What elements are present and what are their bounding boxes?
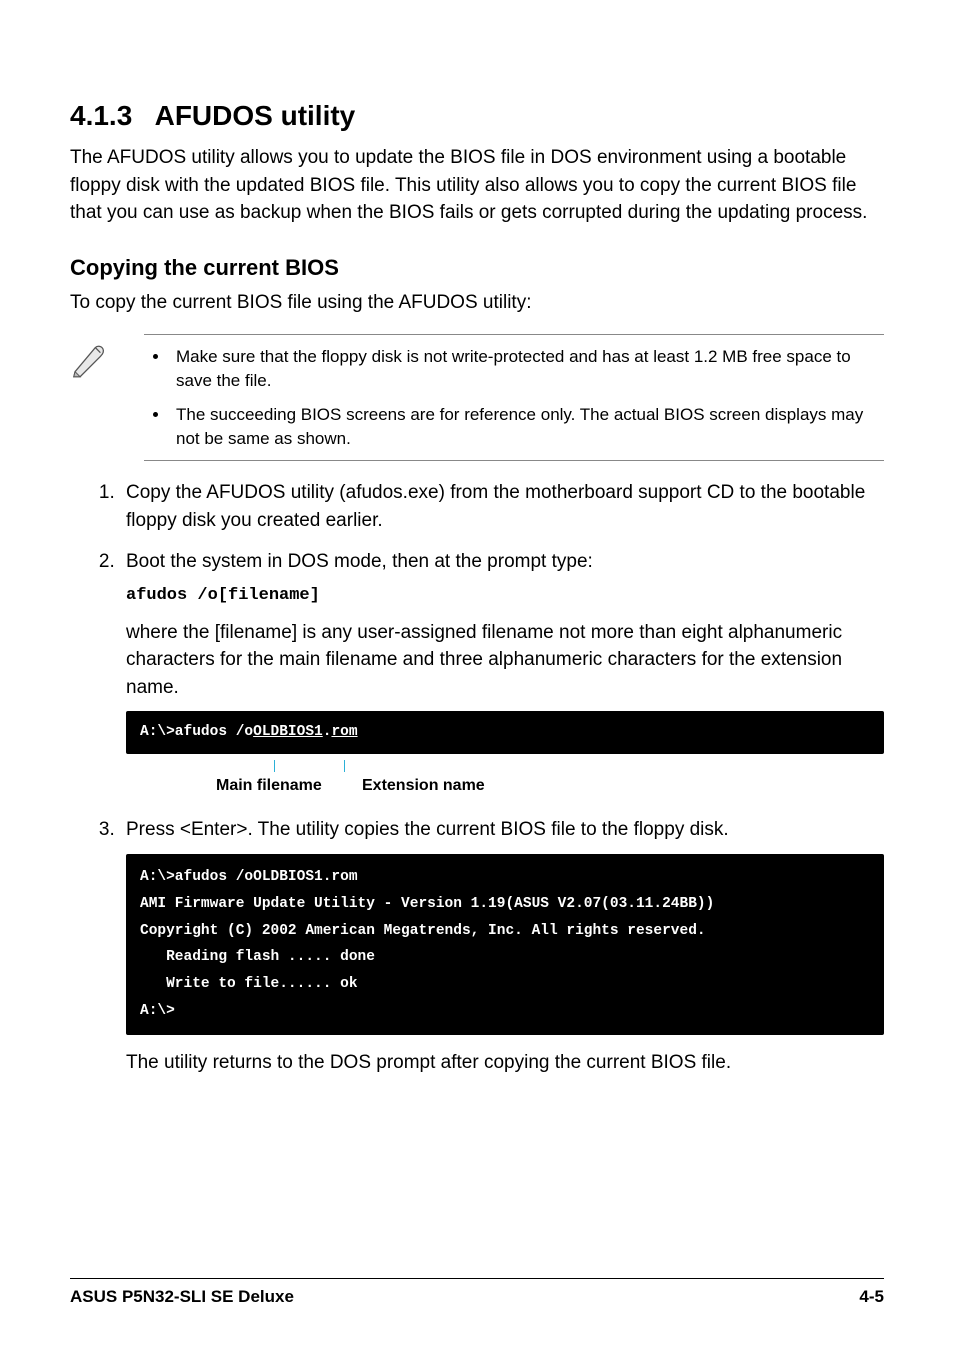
terminal-output: A:\>afudos /oOLDBIOS1.rom xyxy=(126,711,884,754)
tick-icon xyxy=(344,760,345,772)
section-number: 4.1.3 xyxy=(70,100,132,131)
step-text: Copy the AFUDOS utility (afudos.exe) fro… xyxy=(126,479,884,534)
steps-list: Copy the AFUDOS utility (afudos.exe) fro… xyxy=(70,479,884,1076)
step-text: Boot the system in DOS mode, then at the… xyxy=(126,548,884,576)
step-desc: where the [filename] is any user-assigne… xyxy=(126,619,884,702)
note-block: Make sure that the floppy disk is not wr… xyxy=(70,334,884,461)
step-2: Boot the system in DOS mode, then at the… xyxy=(120,548,884,800)
footer-left: ASUS P5N32-SLI SE Deluxe xyxy=(70,1287,294,1307)
sub-lead: To copy the current BIOS file using the … xyxy=(70,289,884,317)
label-main-filename: Main filename xyxy=(216,774,322,797)
section-heading: 4.1.3 AFUDOS utility xyxy=(70,100,884,132)
step-1: Copy the AFUDOS utility (afudos.exe) fro… xyxy=(120,479,884,534)
term-prefix: A:\>afudos /o xyxy=(140,724,253,740)
section-title: AFUDOS utility xyxy=(155,100,356,131)
step-text: Press <Enter>. The utility copies the cu… xyxy=(126,816,884,844)
note-content: Make sure that the floppy disk is not wr… xyxy=(144,334,884,461)
step-after-text: The utility returns to the DOS prompt af… xyxy=(126,1049,884,1077)
page-footer: ASUS P5N32-SLI SE Deluxe 4-5 xyxy=(70,1278,884,1307)
filename-labels: Main filename Extension name xyxy=(126,760,884,800)
footer-page-number: 4-5 xyxy=(859,1287,884,1307)
pencil-note-icon xyxy=(70,334,144,383)
terminal-output: A:\>afudos /oOLDBIOS1.rom AMI Firmware U… xyxy=(126,854,884,1035)
tick-icon xyxy=(274,760,275,772)
term-mainfile: OLDBIOS1 xyxy=(253,724,323,740)
step-3: Press <Enter>. The utility copies the cu… xyxy=(120,816,884,1076)
sub-heading: Copying the current BIOS xyxy=(70,255,884,281)
command-inline: afudos /o[filename] xyxy=(126,584,884,609)
term-ext: rom xyxy=(331,724,357,740)
note-item: Make sure that the floppy disk is not wr… xyxy=(170,345,884,393)
note-item: The succeeding BIOS screens are for refe… xyxy=(170,403,884,451)
section-intro: The AFUDOS utility allows you to update … xyxy=(70,144,884,227)
label-extension-name: Extension name xyxy=(362,774,485,797)
